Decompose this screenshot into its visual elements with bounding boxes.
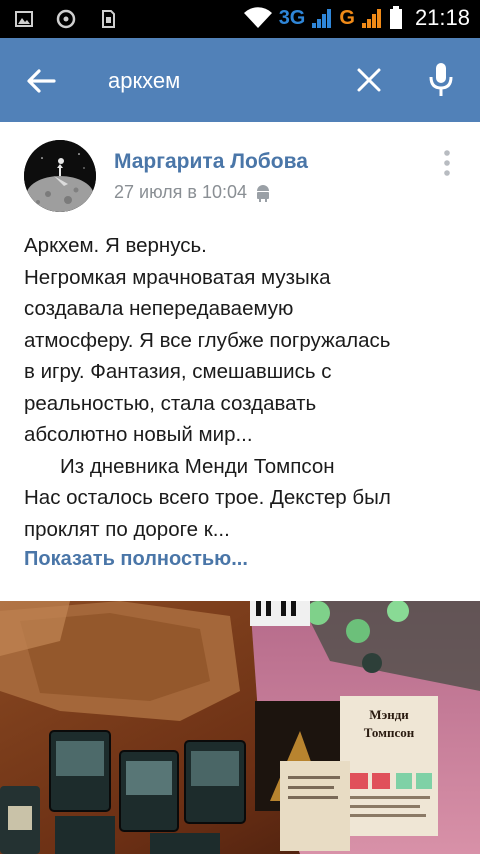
disc-icon <box>56 9 76 29</box>
back-arrow-icon[interactable] <box>24 64 58 98</box>
sd-card-icon <box>102 10 115 28</box>
post-text-line: создавала непередаваемую <box>24 297 294 320</box>
post-text-line: атмосферу. Я все глубже погружалась <box>24 328 391 352</box>
post-text-line: реальностью, стала создавать <box>24 391 317 415</box>
network-3g-label: 3G <box>278 6 306 29</box>
post-text-line: абсолютно новый мир... <box>24 423 253 446</box>
post-text-line: Нас осталось всего трое. Декстер был <box>24 486 391 509</box>
avatar[interactable] <box>24 140 96 212</box>
signal-icon-2 <box>361 9 381 28</box>
more-options-icon[interactable] <box>438 148 456 178</box>
post-photo[interactable]: Мэнди Томпсон <box>0 601 480 854</box>
card-title-1: Мэнди <box>369 707 409 722</box>
post-text: Аркхем. Я вернусь. Негромкая мрачноватая… <box>24 230 464 545</box>
clock: 21:18 <box>414 5 470 30</box>
show-more-link[interactable]: Показать полностью... <box>24 548 248 571</box>
post-text-line: в игру. Фантазия, смешавшись с <box>24 360 332 383</box>
status-bar: 3G G 21:18 <box>0 0 480 38</box>
post-meta: 27 июля в 10:04 <box>114 182 271 203</box>
card-title-2: Томпсон <box>364 725 415 740</box>
post-text-line: Из дневника Менди Томпсон <box>60 454 335 478</box>
board-game-photo: Мэнди Томпсон <box>0 601 480 854</box>
signal-icon-1 <box>312 9 332 28</box>
network-g-label: G <box>339 6 355 29</box>
post-text-line: Аркхем. Я вернусь. <box>24 234 207 257</box>
post-text-line: проклят по дороге к... <box>24 517 230 541</box>
search-input[interactable]: аркхем <box>108 68 180 94</box>
android-icon <box>257 184 270 202</box>
battery-icon <box>389 6 402 29</box>
moon-astronaut-image <box>24 140 96 212</box>
post-date: 27 июля в 10:04 <box>114 182 248 202</box>
wifi-icon <box>243 7 272 29</box>
clear-search-icon[interactable] <box>356 67 382 93</box>
post-text-line: Негромкая мрачноватая музыка <box>24 265 331 289</box>
microphone-icon[interactable] <box>428 62 454 98</box>
search-app-bar: аркхем <box>0 38 480 122</box>
gallery-icon <box>15 11 33 27</box>
author-name-link[interactable]: Маргарита Лобова <box>114 150 308 174</box>
